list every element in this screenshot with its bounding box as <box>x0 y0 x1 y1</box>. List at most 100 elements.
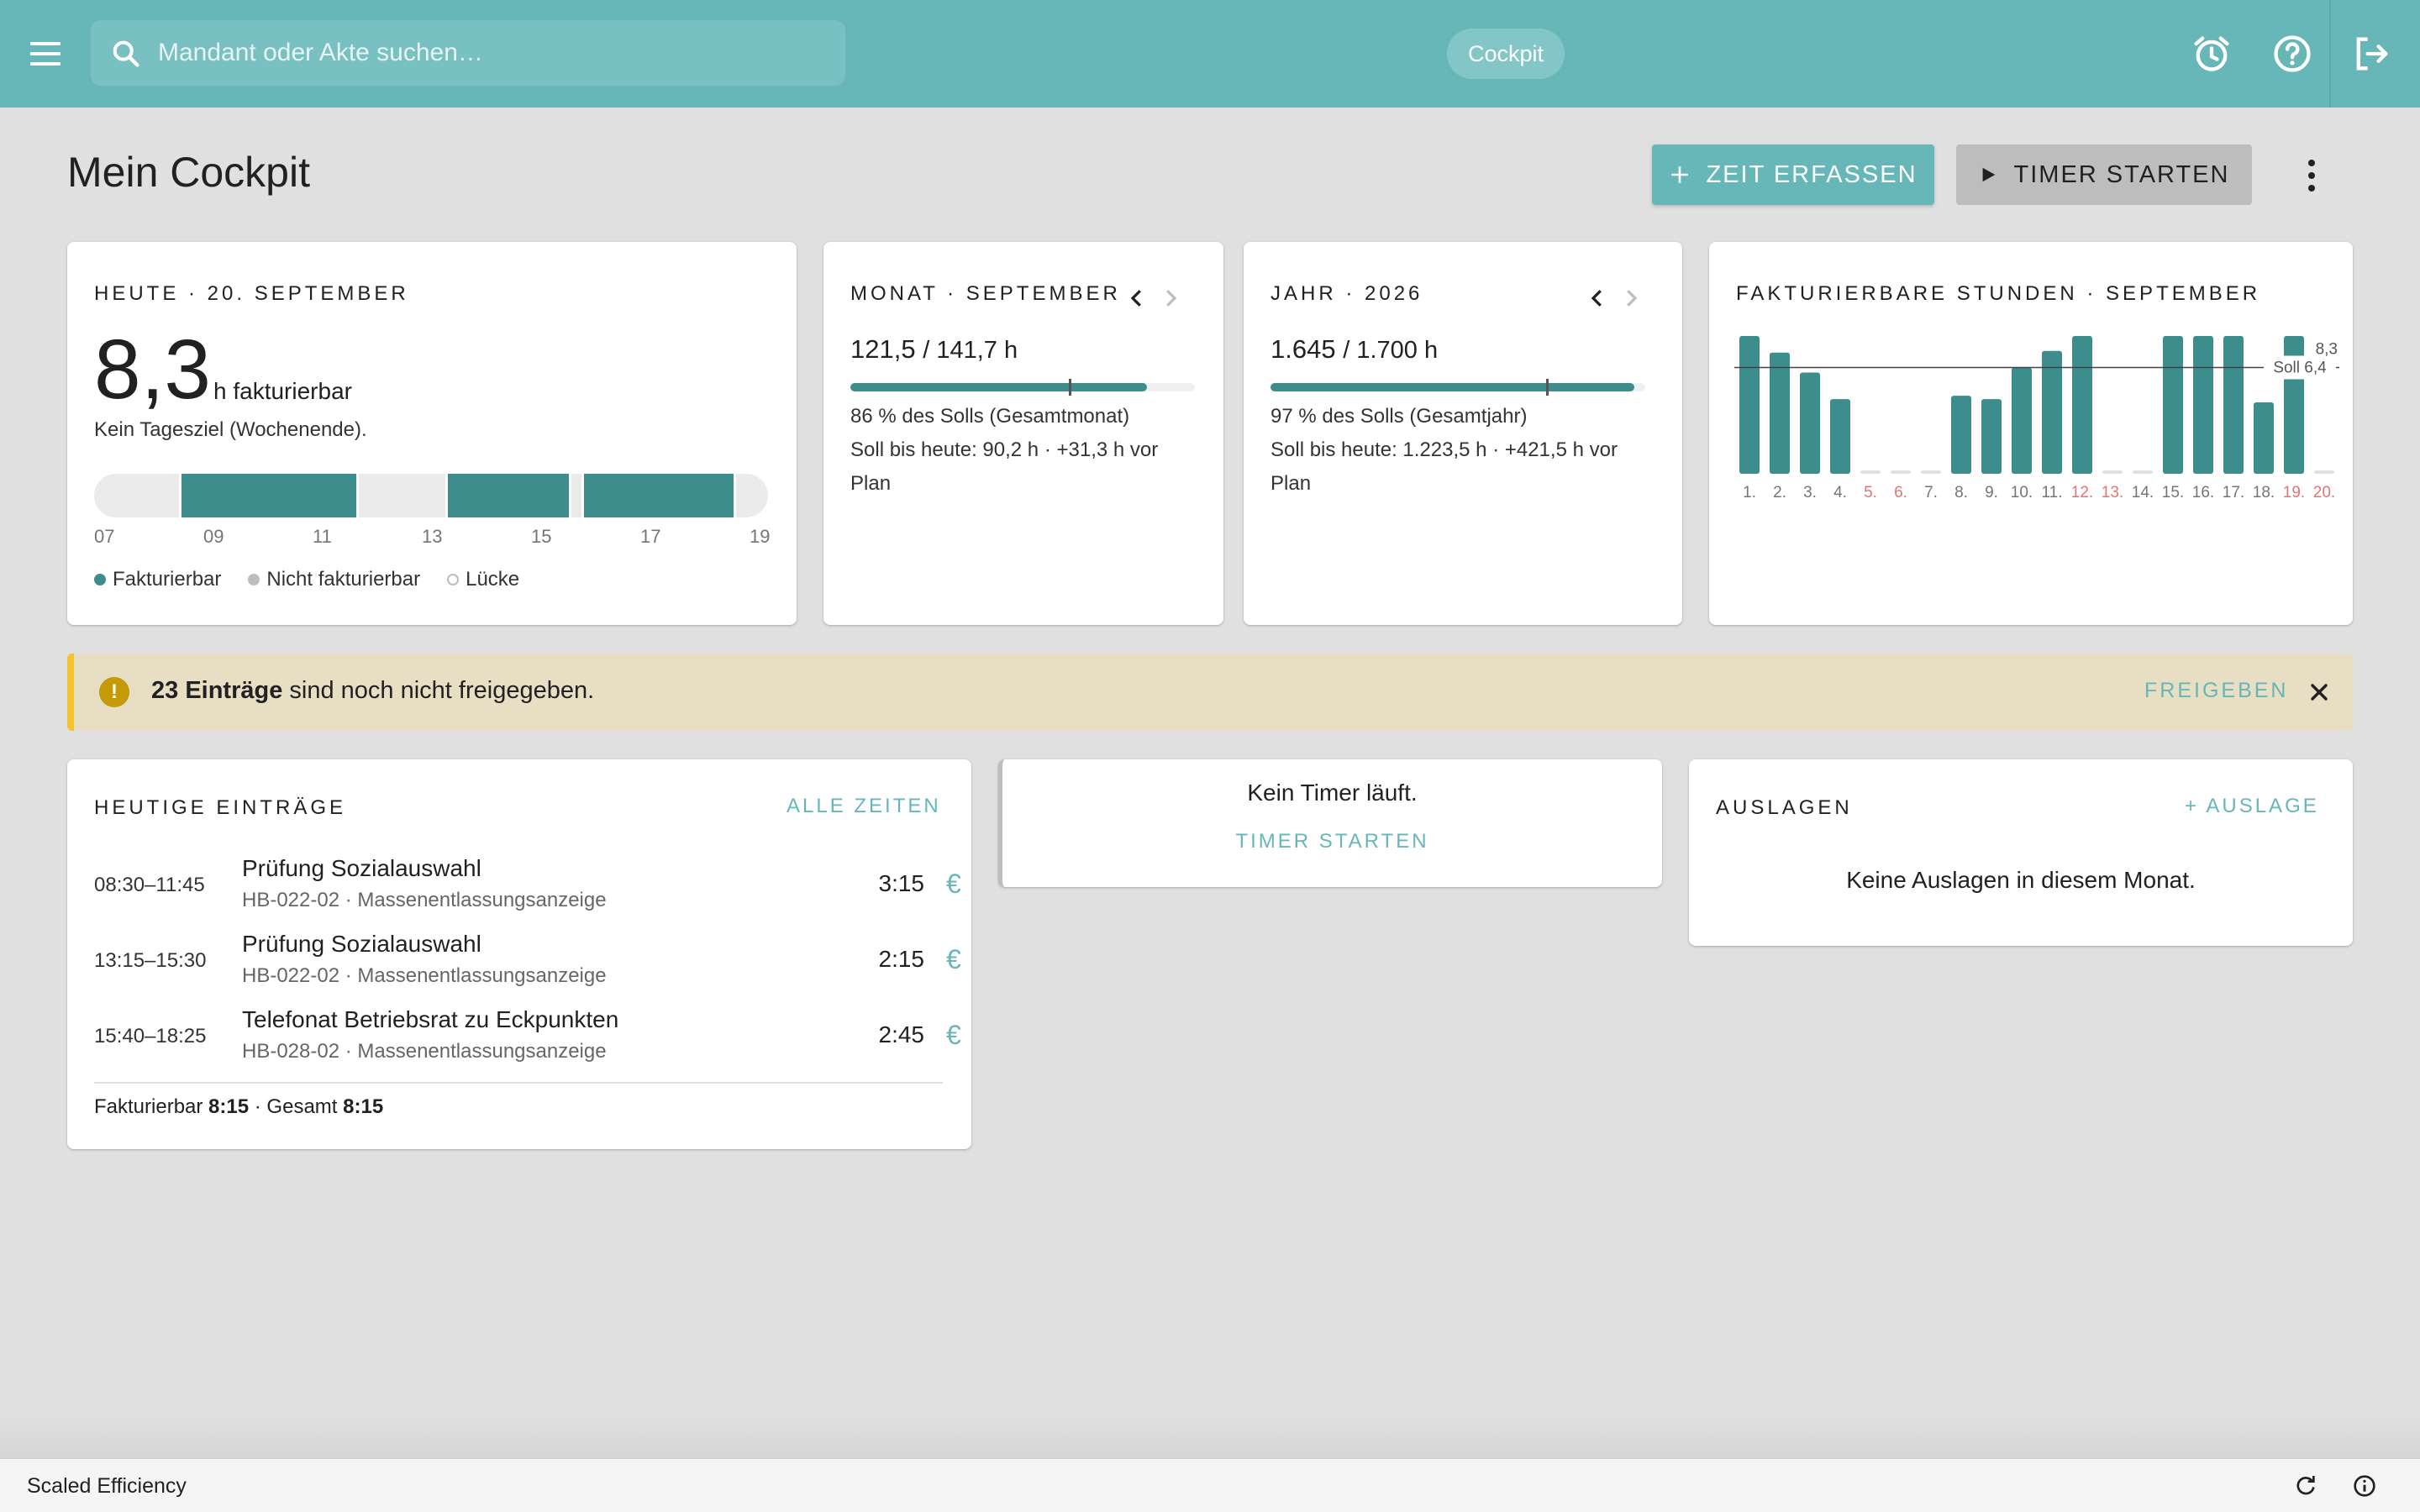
month-target: / 141,7 h <box>923 337 1018 364</box>
month-overline: MONAT · SEPTEMBER <box>850 282 1121 305</box>
app-bar: Cockpit <box>0 0 2420 108</box>
chart-target-label: Soll 6,4 <box>2273 360 2327 377</box>
entries-overline: HEUTIGE EINTRÄGE <box>94 796 347 819</box>
chart-day-label: 1. <box>1743 484 1756 501</box>
chart-day-label: 13. <box>2102 484 2123 501</box>
billable-hours-chart: 1. 2. 3. 4. 5. 6. 7. 8. 9. 10. 11. 12. 13. 14. 15. 16. 1… <box>1734 336 2339 501</box>
entry-subtitle: HB-028-02 · Massenentlassungsanzeige <box>242 1040 607 1063</box>
summary-billable-value: 8:15 <box>208 1095 250 1118</box>
cockpit-chip[interactable]: Cockpit <box>1447 29 1565 79</box>
chart-bar-13[interactable] <box>2102 470 2123 474</box>
gap-dot-icon <box>447 574 460 585</box>
help-icon[interactable] <box>2270 32 2314 76</box>
year-actual: 1.645 <box>1270 334 1336 364</box>
chart-bar-3[interactable] <box>1800 372 1820 474</box>
timeline-segment-billable[interactable] <box>179 474 359 517</box>
month-progress-fill <box>850 383 1147 391</box>
alarm-icon[interactable] <box>2190 32 2233 76</box>
chart-bar-9[interactable] <box>1981 399 2002 474</box>
close-icon[interactable] <box>2306 679 2333 706</box>
chart-bar-7[interactable] <box>1921 470 1941 474</box>
entry-time: 08:30–11:45 <box>94 874 205 896</box>
chart-day-label: 4. <box>1833 484 1847 501</box>
chart-bar-6[interactable] <box>1891 470 1911 474</box>
timeline-tick: 19 <box>750 526 771 547</box>
alert-count: 23 Einträge <box>151 677 283 704</box>
legend-billable: Fakturierbar <box>94 568 221 591</box>
summary-total-label: Gesamt <box>266 1095 338 1118</box>
more-options-icon[interactable] <box>2296 155 2328 197</box>
month-percent-text: 86 % des Solls (Gesamtmonat) <box>850 405 1130 428</box>
toolbar-divider <box>2329 0 2331 108</box>
entry-subtitle: HB-022-02 · Massenentlassungsanzeige <box>242 889 607 911</box>
chart-day-label: 14. <box>2132 484 2154 501</box>
refresh-icon[interactable] <box>2292 1473 2319 1499</box>
chart-bar-8[interactable] <box>1951 396 1971 474</box>
chart-bar-2[interactable] <box>1770 352 1790 474</box>
add-time-button[interactable]: ZEIT ERFASSEN <box>1652 144 1934 205</box>
year-card: JAHR · 2026 1.645 / 1.700 h 97 % des Sol… <box>1244 242 1682 625</box>
chevron-left-icon[interactable] <box>1124 286 1150 311</box>
summary-total-value: 8:15 <box>343 1095 384 1118</box>
start-timer-label: TIMER STARTEN <box>2013 160 2230 188</box>
chevron-right-icon[interactable] <box>1158 286 1183 311</box>
timeline-tick: 09 <box>203 526 224 547</box>
search-input[interactable] <box>158 32 822 74</box>
entry-title: Prüfung Sozialauswahl <box>242 855 481 881</box>
timeline-tick: 11 <box>313 526 332 547</box>
chart-bar-17[interactable] <box>2223 336 2244 474</box>
timeline-segment-billable[interactable] <box>445 474 571 517</box>
chevron-right-icon[interactable] <box>1618 286 1644 311</box>
chart-bar-20[interactable] <box>2314 470 2334 474</box>
today-unit: h fakturierbar <box>213 378 352 404</box>
add-expense-link[interactable]: + AUSLAGE <box>2185 795 2319 818</box>
timeline-segment-billable[interactable] <box>581 474 736 517</box>
legend-nonbillable: Nicht fakturierbar <box>248 568 420 591</box>
billable-euro-icon: € <box>946 1020 961 1050</box>
nonbillable-dot-icon <box>248 574 260 585</box>
chart-bar-18[interactable] <box>2254 402 2274 474</box>
chart-bar-10[interactable] <box>2012 367 2032 474</box>
year-progress-fill <box>1270 383 1634 391</box>
chart-day-label: 19. <box>2283 484 2305 501</box>
entry-time: 13:15–15:30 <box>94 949 207 972</box>
month-ratio: 121,5 / 141,7 h <box>850 334 1018 365</box>
approval-alert: ! 23 Einträge sind noch nicht freigegebe… <box>67 654 2353 731</box>
month-plan-text: Soll bis heute: 90,2 h · +31,3 h vor <box>850 438 1159 461</box>
day-timeline <box>94 474 768 517</box>
chevron-left-icon[interactable] <box>1585 286 1610 311</box>
logout-icon[interactable] <box>2349 32 2393 76</box>
chart-day-label: 7. <box>1924 484 1938 501</box>
chart-bar-16[interactable] <box>2193 336 2213 474</box>
today-card: HEUTE · 20. SEPTEMBER 8,3 h fakturierbar… <box>67 242 797 625</box>
year-ratio: 1.645 / 1.700 h <box>1270 334 1438 365</box>
chart-day-label: 8. <box>1954 484 1968 501</box>
chart-bar-15[interactable] <box>2163 336 2183 474</box>
chart-title: FAKTURIERBARE STUNDEN · SEPTEMBER <box>1736 282 2261 305</box>
chart-bar-12[interactable] <box>2072 336 2092 474</box>
start-timer-button[interactable]: TIMER STARTEN <box>1956 144 2252 205</box>
expenses-empty-text: Keine Auslagen in diesem Monat. <box>1846 867 2196 893</box>
month-actual: 121,5 <box>850 334 916 364</box>
chart-bar-5[interactable] <box>1860 470 1881 474</box>
info-icon[interactable] <box>2351 1473 2378 1499</box>
today-note: Kein Tagesziel (Wochenende). <box>94 418 367 441</box>
status-bar: Scaled Efficiency <box>0 1458 2420 1512</box>
chart-bar-11[interactable] <box>2042 350 2062 474</box>
timer-start-link[interactable]: TIMER STARTEN <box>1002 830 1662 853</box>
chart-bar-14[interactable] <box>2133 470 2153 474</box>
expenses-card: AUSLAGEN + AUSLAGE Keine Auslagen in die… <box>1689 759 2353 946</box>
chart-bar-1[interactable] <box>1739 336 1760 474</box>
all-times-link[interactable]: ALLE ZEITEN <box>786 795 941 818</box>
entry-duration: 3:15 <box>878 870 925 896</box>
approve-button[interactable]: FREIGEBEN <box>2144 679 2288 703</box>
timeline-tick: 15 <box>531 526 552 547</box>
timer-card: Kein Timer läuft. TIMER STARTEN <box>998 759 1662 887</box>
year-today-marker <box>1546 379 1549 396</box>
menu-icon[interactable] <box>25 34 69 74</box>
chart-day-label: 16. <box>2192 484 2214 501</box>
timeline-tick: 07 <box>94 526 115 547</box>
chart-bar-4[interactable] <box>1830 399 1850 474</box>
search-bar[interactable] <box>91 20 845 86</box>
chart-day-label: 5. <box>1864 484 1877 501</box>
